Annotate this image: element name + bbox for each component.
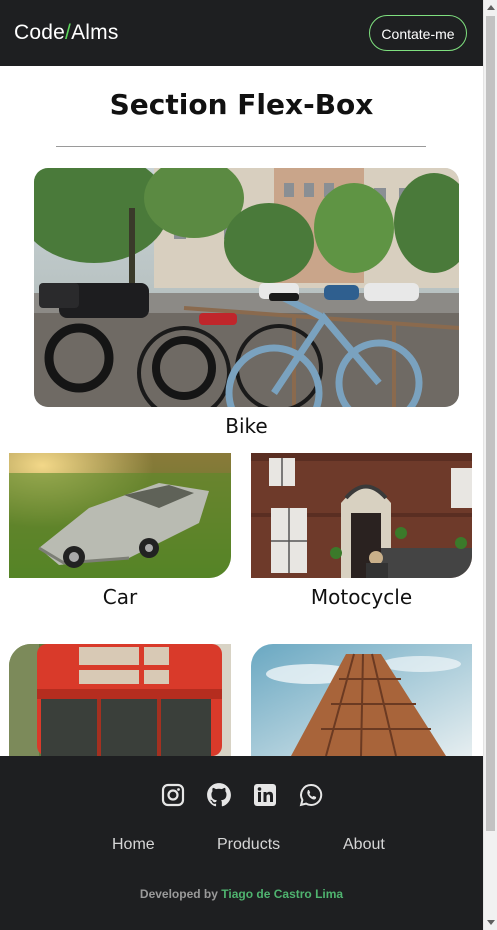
bus-image [9,644,231,756]
scroll-up-arrow-icon[interactable] [487,5,495,10]
bike-image [34,168,459,407]
motocycle-label: Motocycle [310,585,413,609]
scroll-down-arrow-icon[interactable] [487,920,495,925]
instagram-icon[interactable] [160,782,186,808]
motocycle-image [251,453,472,578]
brand-logo[interactable]: Code/Alms [14,21,119,45]
vertical-scrollbar[interactable] [483,0,497,930]
github-icon[interactable] [206,782,232,808]
car-label: Car [102,585,138,609]
footer-link-about[interactable]: About [343,836,385,854]
bike-label: Bike [225,414,268,438]
whatsapp-icon[interactable] [298,782,324,808]
brand-part1: Code [14,21,66,44]
skyscraper-image [251,644,472,756]
footer-nav: Home Products About [0,836,483,860]
footer-link-products[interactable]: Products [217,836,280,854]
social-links [0,782,483,808]
main-content: Section Flex-Box Bike Car Motocycle [0,66,483,756]
title-divider [56,146,426,147]
section-title: Section Flex-Box [109,88,374,121]
brand-part2: Alms [71,21,119,44]
credit-prefix: Developed by [139,887,218,901]
contact-button[interactable]: Contate-me [369,15,467,51]
footer-link-home[interactable]: Home [112,836,155,854]
credit-author-link[interactable]: Tiago de Castro Lima [221,887,343,901]
page: Code/Alms Contate-me Section Flex-Box Bi… [0,0,497,930]
linkedin-icon[interactable] [252,782,278,808]
top-navbar: Code/Alms Contate-me [0,0,483,66]
footer: Home Products About Developed by Tiago d… [0,756,483,930]
car-image [9,453,231,578]
developer-credit: Developed by Tiago de Castro Lima [0,887,483,901]
scroll-thumb[interactable] [486,16,495,831]
